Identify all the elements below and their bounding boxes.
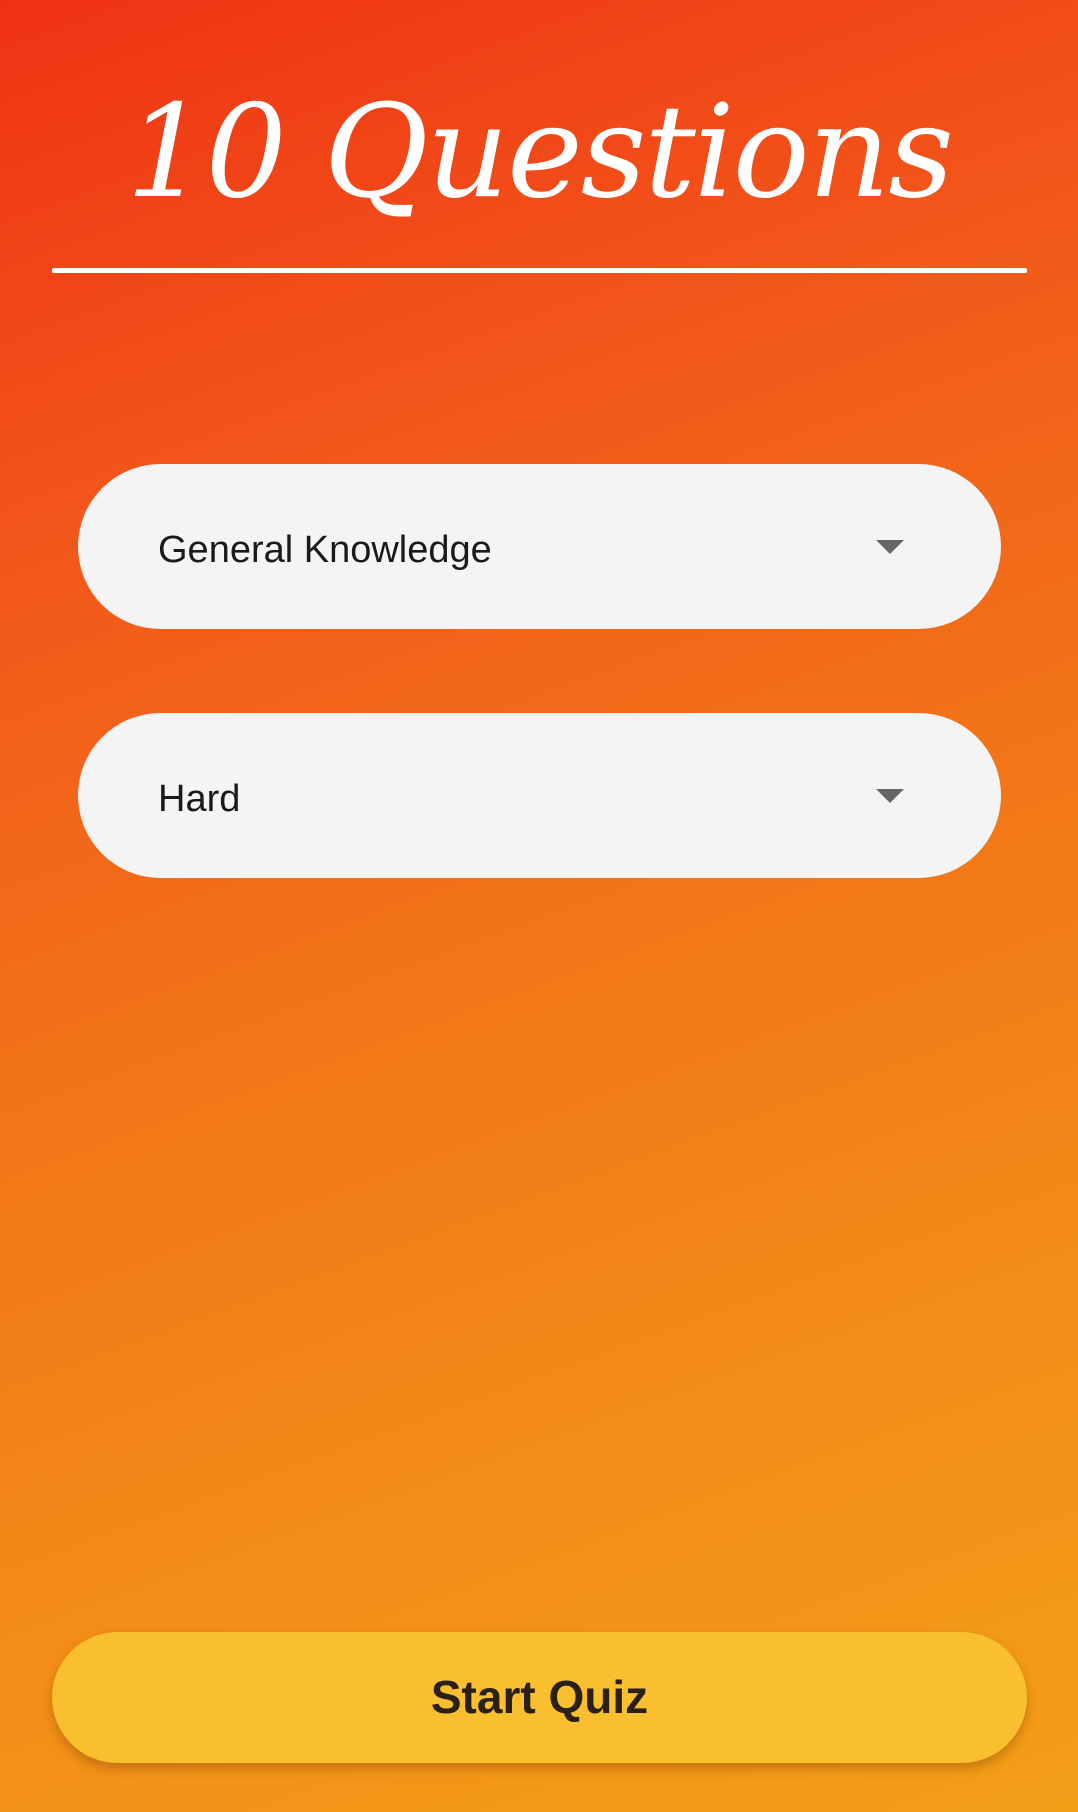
category-select[interactable]: General Knowledge: [78, 464, 1001, 629]
page-title: 10 Questions: [126, 78, 954, 227]
category-select-value: General Knowledge: [158, 529, 492, 571]
chevron-down-icon: [876, 540, 904, 554]
start-quiz-label: Start Quiz: [430, 1671, 649, 1723]
chevron-down-icon: [876, 789, 904, 803]
difficulty-select-value: Hard: [158, 778, 241, 820]
title-divider: [52, 268, 1027, 273]
difficulty-select[interactable]: Hard: [78, 713, 1001, 878]
start-quiz-button[interactable]: Start Quiz: [52, 1632, 1027, 1763]
